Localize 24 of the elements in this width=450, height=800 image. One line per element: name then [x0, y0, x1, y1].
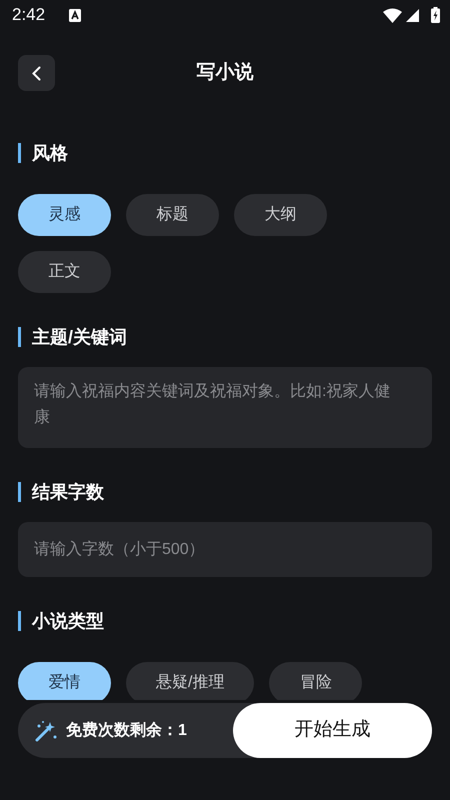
keyword-field[interactable]: 请输入祝福内容关键词及祝福对象。比如:祝家人健康 — [18, 367, 432, 448]
option-chip[interactable]: 标题 — [126, 194, 219, 236]
option-chip[interactable]: 正文 — [18, 251, 111, 293]
page-title: 写小说 — [196, 60, 254, 85]
option-chip[interactable]: 灵感 — [18, 194, 111, 236]
word-count-field[interactable]: 请输入字数（小于500） — [18, 522, 432, 577]
notification-icon — [69, 8, 82, 22]
section-title: 结果字数 — [18, 482, 432, 502]
battery-icon — [431, 7, 440, 23]
option-chip[interactable]: 爱情 — [18, 662, 111, 700]
option-chip[interactable]: 冒险 — [269, 662, 362, 700]
generate-button[interactable]: 开始生成 — [233, 703, 432, 758]
section-title: 主题/关键词 — [18, 327, 432, 347]
magic-wand-icon — [34, 718, 58, 742]
option-chip[interactable]: 悬疑/推理 — [126, 662, 254, 700]
wifi-icon — [383, 8, 402, 22]
back-icon — [32, 66, 41, 80]
free-uses-text: 免费次数剩余：1 — [66, 720, 187, 740]
back-button[interactable] — [18, 55, 55, 91]
option-chip[interactable]: 大纲 — [234, 194, 327, 236]
status-time: 2:42 — [12, 4, 46, 26]
section-title: 风格 — [18, 143, 432, 163]
signal-icon — [406, 8, 419, 22]
section-title: 小说类型 — [18, 611, 432, 631]
